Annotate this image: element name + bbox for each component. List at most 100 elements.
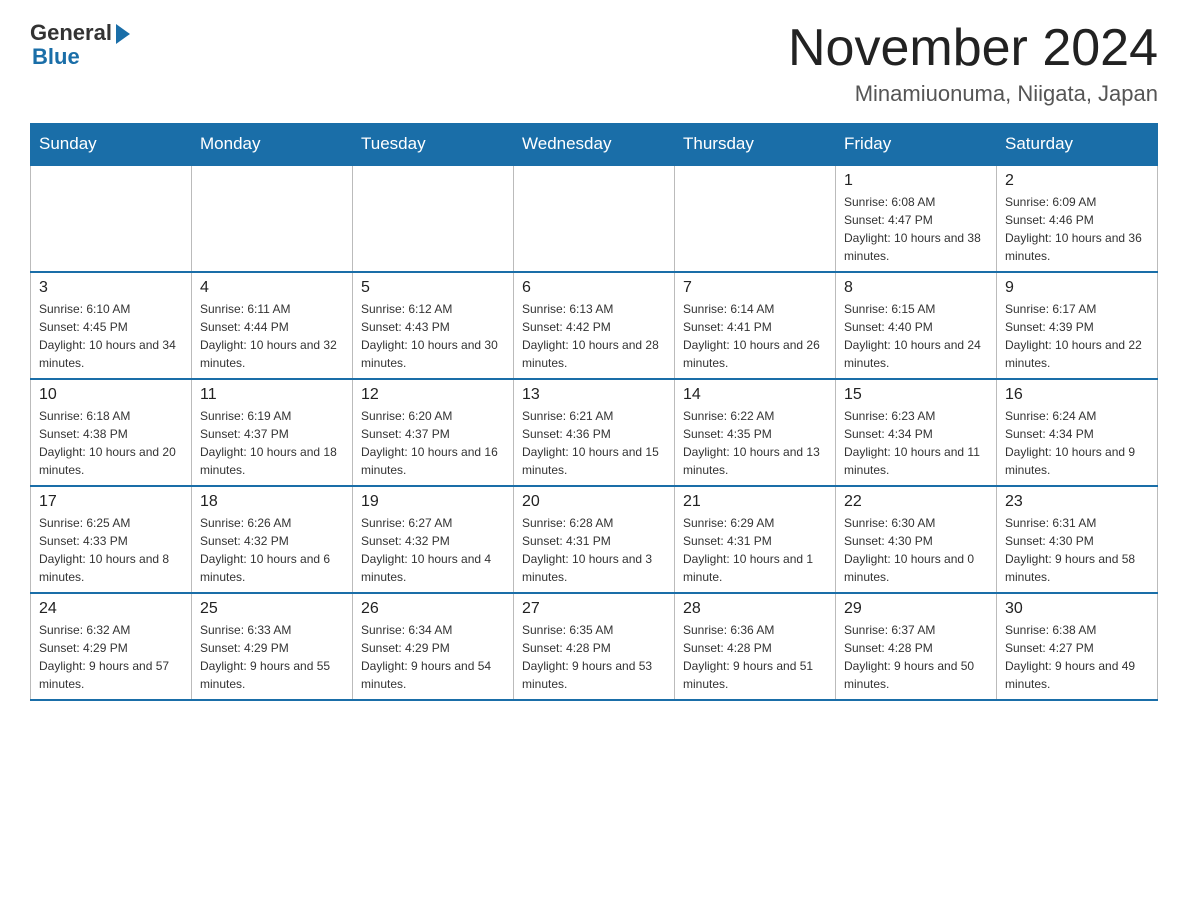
day-number: 7 bbox=[683, 279, 827, 297]
day-info: Sunrise: 6:34 AM Sunset: 4:29 PM Dayligh… bbox=[361, 621, 505, 693]
calendar-table: SundayMondayTuesdayWednesdayThursdayFrid… bbox=[30, 123, 1158, 701]
calendar-cell: 3 Sunrise: 6:10 AM Sunset: 4:45 PM Daylig… bbox=[31, 272, 192, 379]
day-number: 8 bbox=[844, 279, 988, 297]
day-number: 25 bbox=[200, 600, 344, 618]
day-info: Sunrise: 6:26 AM Sunset: 4:32 PM Dayligh… bbox=[200, 514, 344, 586]
day-info: Sunrise: 6:10 AM Sunset: 4:45 PM Dayligh… bbox=[39, 300, 183, 372]
calendar-week-row: 3 Sunrise: 6:10 AM Sunset: 4:45 PM Daylig… bbox=[31, 272, 1158, 379]
calendar-cell: 13 Sunrise: 6:21 AM Sunset: 4:36 PM Dayli… bbox=[514, 379, 675, 486]
calendar-cell: 6 Sunrise: 6:13 AM Sunset: 4:42 PM Daylig… bbox=[514, 272, 675, 379]
calendar-cell: 30Sunrise: 6:38 AM Sunset: 4:27 PM Dayli… bbox=[997, 593, 1158, 700]
weekday-header-thursday: Thursday bbox=[675, 124, 836, 166]
day-info: Sunrise: 6:28 AM Sunset: 4:31 PM Dayligh… bbox=[522, 514, 666, 586]
logo-triangle-icon bbox=[116, 24, 130, 44]
day-number: 10 bbox=[39, 386, 183, 404]
calendar-week-row: 10 Sunrise: 6:18 AM Sunset: 4:38 PM Dayli… bbox=[31, 379, 1158, 486]
weekday-header-wednesday: Wednesday bbox=[514, 124, 675, 166]
day-info: Sunrise: 6:13 AM Sunset: 4:42 PM Dayligh… bbox=[522, 300, 666, 372]
calendar-cell: 10 Sunrise: 6:18 AM Sunset: 4:38 PM Dayli… bbox=[31, 379, 192, 486]
day-info: Sunrise: 6:12 AM Sunset: 4:43 PM Dayligh… bbox=[361, 300, 505, 372]
day-number: 21 bbox=[683, 493, 827, 511]
day-info: Sunrise: 6:15 AM Sunset: 4:40 PM Dayligh… bbox=[844, 300, 988, 372]
day-number: 3 bbox=[39, 279, 183, 297]
day-number: 6 bbox=[522, 279, 666, 297]
calendar-cell: 9Sunrise: 6:17 AM Sunset: 4:39 PM Daylig… bbox=[997, 272, 1158, 379]
day-number: 15 bbox=[844, 386, 988, 404]
weekday-header-friday: Friday bbox=[836, 124, 997, 166]
calendar-cell: 27 Sunrise: 6:35 AM Sunset: 4:28 PM Dayli… bbox=[514, 593, 675, 700]
logo-general-text: General bbox=[30, 20, 112, 46]
day-number: 27 bbox=[522, 600, 666, 618]
day-number: 28 bbox=[683, 600, 827, 618]
day-number: 29 bbox=[844, 600, 988, 618]
calendar-cell bbox=[192, 165, 353, 272]
day-info: Sunrise: 6:23 AM Sunset: 4:34 PM Dayligh… bbox=[844, 407, 988, 479]
day-info: Sunrise: 6:19 AM Sunset: 4:37 PM Dayligh… bbox=[200, 407, 344, 479]
calendar-cell: 7 Sunrise: 6:14 AM Sunset: 4:41 PM Daylig… bbox=[675, 272, 836, 379]
day-number: 13 bbox=[522, 386, 666, 404]
calendar-cell: 21 Sunrise: 6:29 AM Sunset: 4:31 PM Dayli… bbox=[675, 486, 836, 593]
day-info: Sunrise: 6:38 AM Sunset: 4:27 PM Dayligh… bbox=[1005, 621, 1149, 693]
calendar-cell: 14 Sunrise: 6:22 AM Sunset: 4:35 PM Dayli… bbox=[675, 379, 836, 486]
day-info: Sunrise: 6:18 AM Sunset: 4:38 PM Dayligh… bbox=[39, 407, 183, 479]
day-info: Sunrise: 6:25 AM Sunset: 4:33 PM Dayligh… bbox=[39, 514, 183, 586]
calendar-cell: 20Sunrise: 6:28 AM Sunset: 4:31 PM Dayli… bbox=[514, 486, 675, 593]
day-info: Sunrise: 6:09 AM Sunset: 4:46 PM Dayligh… bbox=[1005, 193, 1149, 265]
day-number: 2 bbox=[1005, 172, 1149, 190]
day-info: Sunrise: 6:31 AM Sunset: 4:30 PM Dayligh… bbox=[1005, 514, 1149, 586]
calendar-cell: 25 Sunrise: 6:33 AM Sunset: 4:29 PM Dayli… bbox=[192, 593, 353, 700]
weekday-header-sunday: Sunday bbox=[31, 124, 192, 166]
logo-blue-text: Blue bbox=[32, 44, 80, 70]
day-number: 14 bbox=[683, 386, 827, 404]
calendar-cell: 8 Sunrise: 6:15 AM Sunset: 4:40 PM Daylig… bbox=[836, 272, 997, 379]
day-number: 22 bbox=[844, 493, 988, 511]
calendar-cell: 28 Sunrise: 6:36 AM Sunset: 4:28 PM Dayli… bbox=[675, 593, 836, 700]
calendar-week-row: 1Sunrise: 6:08 AM Sunset: 4:47 PM Daylig… bbox=[31, 165, 1158, 272]
calendar-cell: 17 Sunrise: 6:25 AM Sunset: 4:33 PM Dayli… bbox=[31, 486, 192, 593]
day-number: 26 bbox=[361, 600, 505, 618]
calendar-cell: 19 Sunrise: 6:27 AM Sunset: 4:32 PM Dayli… bbox=[353, 486, 514, 593]
day-info: Sunrise: 6:22 AM Sunset: 4:35 PM Dayligh… bbox=[683, 407, 827, 479]
day-info: Sunrise: 6:27 AM Sunset: 4:32 PM Dayligh… bbox=[361, 514, 505, 586]
day-info: Sunrise: 6:33 AM Sunset: 4:29 PM Dayligh… bbox=[200, 621, 344, 693]
day-info: Sunrise: 6:11 AM Sunset: 4:44 PM Dayligh… bbox=[200, 300, 344, 372]
weekday-header-monday: Monday bbox=[192, 124, 353, 166]
calendar-cell: 15 Sunrise: 6:23 AM Sunset: 4:34 PM Dayli… bbox=[836, 379, 997, 486]
logo: General Blue bbox=[30, 20, 130, 70]
day-info: Sunrise: 6:29 AM Sunset: 4:31 PM Dayligh… bbox=[683, 514, 827, 586]
calendar-week-row: 24Sunrise: 6:32 AM Sunset: 4:29 PM Dayli… bbox=[31, 593, 1158, 700]
title-block: November 2024 Minamiuonuma, Niigata, Jap… bbox=[788, 20, 1158, 107]
day-number: 23 bbox=[1005, 493, 1149, 511]
calendar-cell: 29 Sunrise: 6:37 AM Sunset: 4:28 PM Dayli… bbox=[836, 593, 997, 700]
day-number: 19 bbox=[361, 493, 505, 511]
day-number: 9 bbox=[1005, 279, 1149, 297]
calendar-cell: 2 Sunrise: 6:09 AM Sunset: 4:46 PM Daylig… bbox=[997, 165, 1158, 272]
day-info: Sunrise: 6:36 AM Sunset: 4:28 PM Dayligh… bbox=[683, 621, 827, 693]
day-info: Sunrise: 6:37 AM Sunset: 4:28 PM Dayligh… bbox=[844, 621, 988, 693]
day-info: Sunrise: 6:14 AM Sunset: 4:41 PM Dayligh… bbox=[683, 300, 827, 372]
page-header: General Blue November 2024 Minamiuonuma,… bbox=[30, 20, 1158, 107]
weekday-header-row: SundayMondayTuesdayWednesdayThursdayFrid… bbox=[31, 124, 1158, 166]
calendar-cell bbox=[514, 165, 675, 272]
weekday-header-tuesday: Tuesday bbox=[353, 124, 514, 166]
calendar-cell: 26 Sunrise: 6:34 AM Sunset: 4:29 PM Dayli… bbox=[353, 593, 514, 700]
day-info: Sunrise: 6:21 AM Sunset: 4:36 PM Dayligh… bbox=[522, 407, 666, 479]
day-number: 11 bbox=[200, 386, 344, 404]
day-number: 17 bbox=[39, 493, 183, 511]
month-title: November 2024 bbox=[788, 20, 1158, 77]
day-info: Sunrise: 6:08 AM Sunset: 4:47 PM Dayligh… bbox=[844, 193, 988, 265]
location-title: Minamiuonuma, Niigata, Japan bbox=[788, 81, 1158, 107]
day-number: 18 bbox=[200, 493, 344, 511]
day-number: 5 bbox=[361, 279, 505, 297]
calendar-cell: 23 Sunrise: 6:31 AM Sunset: 4:30 PM Dayli… bbox=[997, 486, 1158, 593]
calendar-cell: 18 Sunrise: 6:26 AM Sunset: 4:32 PM Dayli… bbox=[192, 486, 353, 593]
calendar-cell bbox=[675, 165, 836, 272]
calendar-cell: 5 Sunrise: 6:12 AM Sunset: 4:43 PM Daylig… bbox=[353, 272, 514, 379]
calendar-cell bbox=[31, 165, 192, 272]
calendar-cell: 22Sunrise: 6:30 AM Sunset: 4:30 PM Dayli… bbox=[836, 486, 997, 593]
calendar-week-row: 17 Sunrise: 6:25 AM Sunset: 4:33 PM Dayli… bbox=[31, 486, 1158, 593]
day-number: 16 bbox=[1005, 386, 1149, 404]
day-info: Sunrise: 6:35 AM Sunset: 4:28 PM Dayligh… bbox=[522, 621, 666, 693]
weekday-header-saturday: Saturday bbox=[997, 124, 1158, 166]
calendar-cell: 16Sunrise: 6:24 AM Sunset: 4:34 PM Dayli… bbox=[997, 379, 1158, 486]
